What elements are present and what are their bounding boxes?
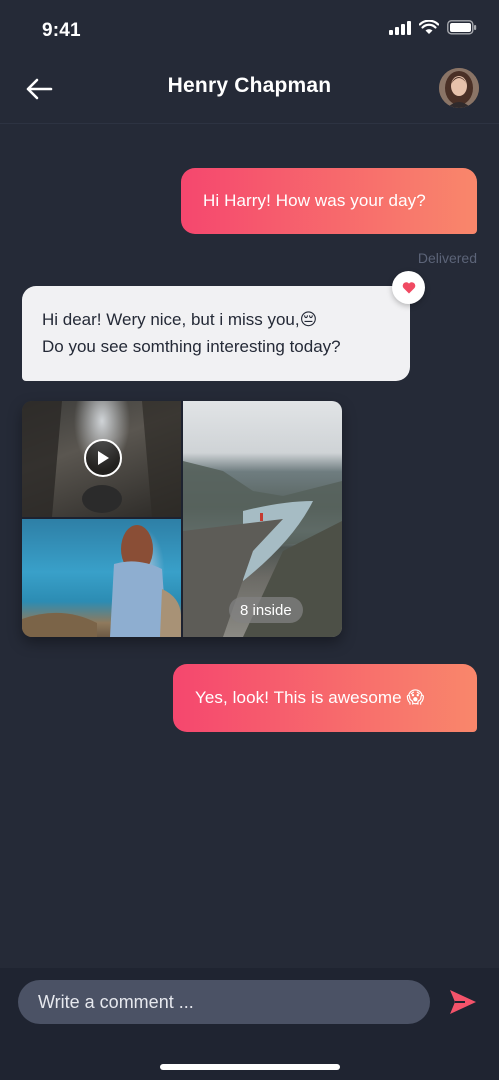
status-bar: 9:41 (0, 0, 499, 60)
status-time: 9:41 (42, 20, 81, 41)
incoming-message[interactable]: Hi dear! Wery nice, but i miss you,😔 Do … (22, 286, 410, 381)
signal-icon (389, 20, 411, 35)
chat-screen: 9:41 Henry Chapman Hi Harry! How was you… (0, 0, 499, 1080)
play-icon (98, 451, 109, 465)
message-text: Hi Harry! How was your day? (203, 191, 426, 210)
send-icon (450, 990, 476, 1014)
message-composer (0, 968, 499, 1080)
status-icons (389, 20, 477, 35)
chat-header: Henry Chapman (0, 60, 499, 124)
message-text: Yes, look! This is awesome 😱 (195, 688, 425, 707)
home-indicator[interactable] (160, 1064, 340, 1070)
gallery-count-badge: 8 inside (229, 597, 303, 623)
battery-icon (447, 20, 477, 35)
heart-icon (402, 282, 415, 294)
reaction-heart-button[interactable] (392, 271, 425, 304)
outgoing-message[interactable]: Hi Harry! How was your day? (181, 168, 477, 234)
waterfall-video-thumbnail[interactable] (22, 401, 181, 517)
wifi-icon (419, 20, 439, 34)
beach-photo-thumbnail[interactable] (22, 519, 181, 637)
message-text-line: Hi dear! Wery nice, but i miss you,😔 (42, 310, 318, 329)
avatar-image (439, 68, 479, 108)
woman-figure (22, 525, 181, 637)
delivered-status: Delivered (417, 250, 477, 266)
send-button[interactable] (446, 986, 480, 1018)
message-text-line: Do you see somthing interesting today? (42, 337, 341, 356)
comment-input[interactable] (18, 980, 430, 1024)
contact-name: Henry Chapman (167, 74, 332, 97)
play-video-button[interactable] (84, 439, 122, 477)
contact-avatar[interactable] (439, 68, 479, 108)
gallery-divider (181, 401, 183, 637)
gallery-divider (22, 517, 181, 519)
outgoing-message[interactable]: Yes, look! This is awesome 😱 (173, 664, 477, 732)
